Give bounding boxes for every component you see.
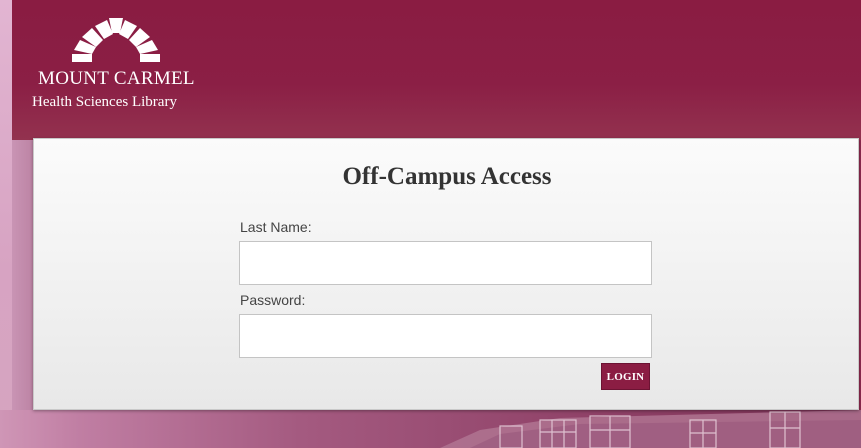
arch-logo-icon xyxy=(72,18,160,62)
brand-subtitle: Health Sciences Library xyxy=(32,94,177,110)
last-name-label: Last Name: xyxy=(240,219,312,235)
login-button[interactable]: LOGIN xyxy=(601,363,650,390)
brand-name: MOUNT CARMEL xyxy=(38,68,195,89)
brand-logo[interactable]: MOUNT CARMEL Health Sciences Library xyxy=(30,16,200,116)
login-panel: Off-Campus Access Last Name: Password: L… xyxy=(33,138,859,410)
last-name-input[interactable] xyxy=(239,241,652,285)
left-edge-decoration xyxy=(0,0,12,448)
password-input[interactable] xyxy=(239,314,652,358)
password-label: Password: xyxy=(240,292,306,308)
page-title: Off-Campus Access xyxy=(342,163,552,190)
